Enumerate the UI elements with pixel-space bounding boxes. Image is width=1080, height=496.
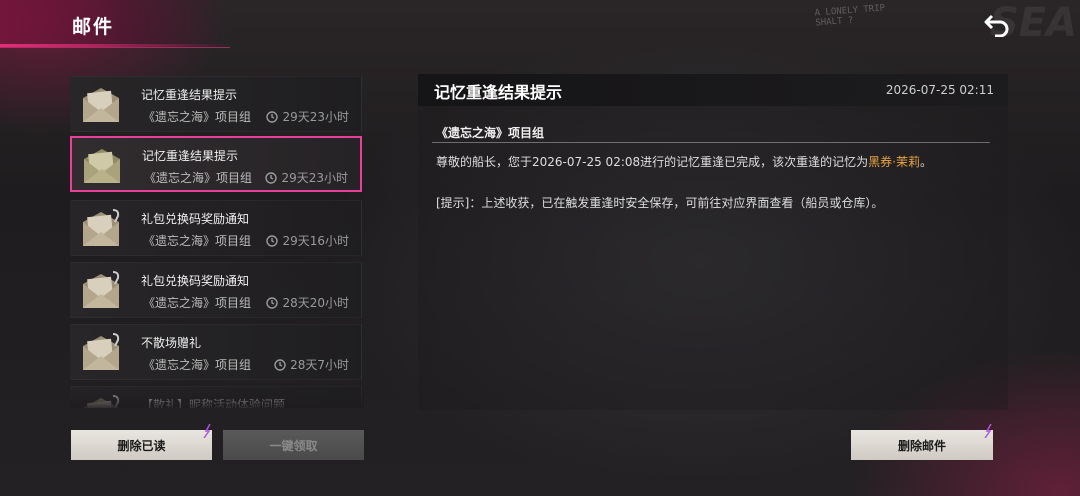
- mail-list-item[interactable]: 礼包兑换码奖励通知 《遗忘之海》项目组 28天20小时: [70, 262, 362, 318]
- collect-all-label: 一键领取: [269, 438, 318, 453]
- mail-list-item[interactable]: 礼包兑换码奖励通知 《遗忘之海》项目组 29天16小时: [70, 200, 362, 256]
- mail-list[interactable]: 记忆重逢结果提示 《遗忘之海》项目组 29天23小时 记忆重逢结果提示 《遗忘之…: [70, 76, 364, 408]
- mail-sender: 《遗忘之海》项目组: [144, 171, 253, 185]
- open-envelope-with-attachment-icon: [83, 333, 120, 370]
- clock-icon: [266, 296, 279, 309]
- mail-detail-sender: 《遗忘之海》项目组: [436, 126, 545, 140]
- mail-detail-body: 尊敬的船长，您于2026-07-25 02:08进行的记忆重逢已完成，该次重逢的…: [436, 154, 996, 170]
- mail-detail-tip: [提示]：上述收获，已在触发重逢时安全保存，可前往对应界面查看（船员或仓库）。: [436, 196, 884, 210]
- mail-detail-date: 2026-07-25 02:11: [885, 83, 994, 97]
- mail-subject: 礼包兑换码奖励通知: [141, 274, 250, 288]
- clock-icon: [265, 171, 278, 184]
- mail-detail-header: 记忆重逢结果提示 2026-07-25 02:11: [418, 74, 1008, 106]
- mail-subject: 【散礼】昵称活动体验问题: [141, 398, 286, 408]
- mail-list-item[interactable]: 【散礼】昵称活动体验问题: [70, 386, 362, 408]
- mail-expiry-text: 29天23小时: [281, 171, 348, 185]
- delete-mail-button[interactable]: 删除邮件: [851, 424, 993, 460]
- corner-spark-icon: [203, 424, 211, 438]
- page-title: 邮件: [72, 16, 115, 38]
- mail-expiry: 29天16小时: [266, 232, 349, 249]
- mail-expiry: 29天23小时: [265, 169, 348, 186]
- header-band: [0, 0, 230, 48]
- decorative-scribble: A LONELY TRIP SHALT ?: [814, 4, 886, 29]
- open-envelope-with-attachment-icon: [83, 209, 120, 246]
- mail-expiry-text: 29天16小时: [282, 234, 349, 248]
- open-envelope-with-attachment-icon: [83, 395, 120, 408]
- mail-expiry: 29天23小时: [266, 108, 349, 125]
- mail-body-suffix: 。: [919, 155, 932, 169]
- mail-expiry: 28天7小时: [274, 356, 349, 373]
- mail-sender: 《遗忘之海》项目组: [143, 234, 252, 248]
- return-arrow-icon: [984, 14, 1009, 37]
- mail-expiry-text: 28天7小时: [290, 358, 349, 372]
- clock-icon: [266, 110, 279, 123]
- back-button[interactable]: [980, 10, 1014, 40]
- mail-list-item[interactable]: 记忆重逢结果提示 《遗忘之海》项目组 29天23小时: [70, 76, 362, 132]
- mail-subject: 记忆重逢结果提示: [142, 149, 239, 163]
- mail-list-item[interactable]: 不散场赠礼 《遗忘之海》项目组 28天7小时: [70, 324, 362, 380]
- open-envelope-with-attachment-icon: [83, 271, 120, 308]
- open-envelope-icon: [84, 149, 120, 183]
- header-accent-line: [0, 44, 230, 47]
- mail-body-highlight: 黑券·茉莉: [868, 155, 920, 169]
- mail-list-item-selected[interactable]: 记忆重逢结果提示 《遗忘之海》项目组 29天23小时: [70, 136, 362, 192]
- delete-read-label: 删除已读: [117, 438, 166, 453]
- mail-body-text: 尊敬的船长，您于2026-07-25 02:08进行的记忆重逢已完成，该次重逢的…: [436, 155, 869, 169]
- open-envelope-icon: [83, 88, 119, 122]
- mail-expiry-text: 28天20小时: [282, 296, 349, 310]
- mail-sender: 《遗忘之海》项目组: [143, 110, 252, 124]
- mail-subject: 礼包兑换码奖励通知: [141, 212, 250, 226]
- mail-sender: 《遗忘之海》项目组: [143, 296, 252, 310]
- mail-detail-panel: 记忆重逢结果提示 2026-07-25 02:11 《遗忘之海》项目组 尊敬的船…: [418, 74, 1008, 410]
- collect-all-button[interactable]: 一键领取: [223, 430, 364, 460]
- mail-sender: 《遗忘之海》项目组: [143, 358, 252, 372]
- delete-mail-label: 删除邮件: [897, 438, 946, 453]
- mail-expiry-text: 29天23小时: [282, 110, 349, 124]
- clock-icon: [274, 358, 286, 371]
- mail-subject: 记忆重逢结果提示: [141, 88, 238, 102]
- mail-detail-subject: 记忆重逢结果提示: [434, 83, 563, 102]
- header-bar: 邮件 A LONELY TRIP SHALT ? SEA: [0, 0, 1080, 50]
- mail-expiry: 28天20小时: [266, 294, 349, 311]
- clock-icon: [266, 234, 279, 247]
- decorative-scribble-line-1: A LONELY TRIP SHALT ?: [814, 4, 886, 29]
- divider: [432, 142, 990, 143]
- delete-read-button[interactable]: 删除已读: [71, 424, 212, 460]
- mail-subject: 不散场赠礼: [141, 336, 202, 350]
- corner-spark-icon: [984, 424, 992, 438]
